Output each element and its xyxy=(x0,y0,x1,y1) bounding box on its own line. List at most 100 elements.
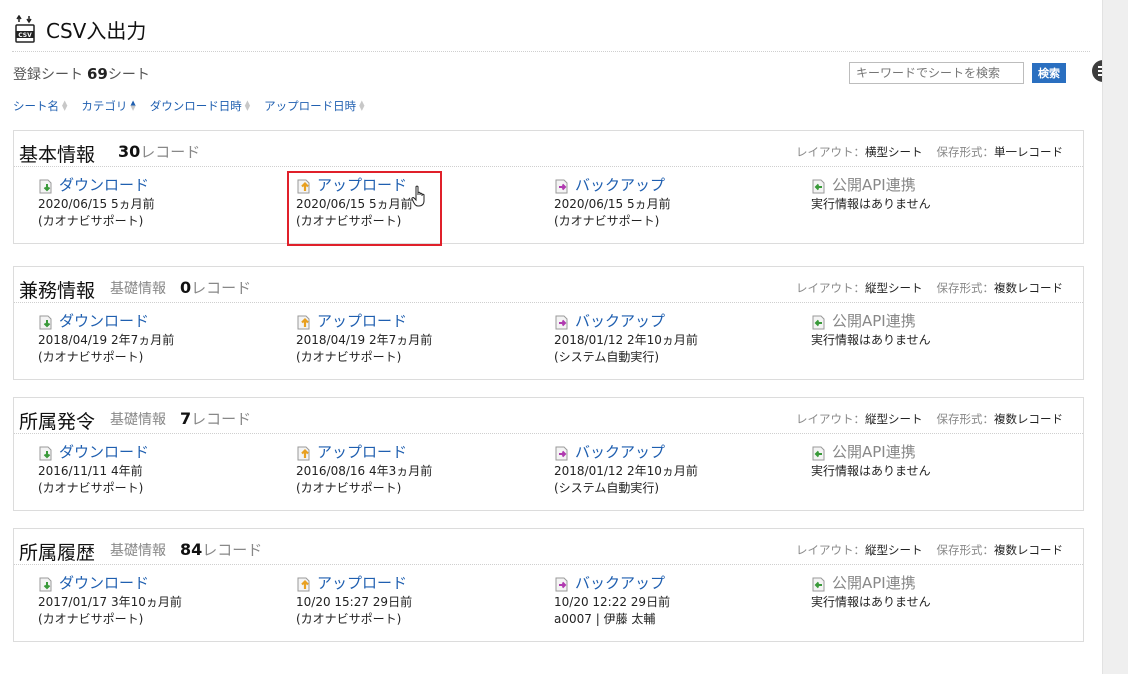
backup-link[interactable]: バックアップ xyxy=(554,177,671,194)
search-input[interactable] xyxy=(849,62,1024,84)
sort-category[interactable]: カテゴリ ▲ ▼ xyxy=(81,98,135,114)
download-link[interactable]: ダウンロード xyxy=(38,444,149,461)
upload-user: (カオナビサポート) xyxy=(296,350,402,364)
backup-icon xyxy=(555,576,568,592)
download-label: ダウンロード xyxy=(59,574,150,592)
sheet-card: 所属履歴 基礎情報 84 レコード レイアウト：縦型シート 保存形式：複数レコード… xyxy=(13,528,1084,642)
format-label: 保存形式： xyxy=(936,281,995,295)
sort-label: ダウンロード日時 xyxy=(149,99,242,113)
backup-date: 10/20 12:22 29日前 xyxy=(554,595,671,609)
sort-arrows-icon: ▲ ▼ xyxy=(244,99,251,112)
download-date: 2016/11/11 4年前 xyxy=(38,464,143,478)
download-user: (カオナビサポート) xyxy=(38,214,144,228)
download-user: (カオナビサポート) xyxy=(38,612,144,626)
sheet-card-header: 所属履歴 基礎情報 84 レコード レイアウト：縦型シート 保存形式：複数レコード xyxy=(14,529,1083,565)
csv-file-icon: CSV xyxy=(15,15,35,43)
upload-link[interactable]: アップロード xyxy=(296,444,432,461)
sheet-name[interactable]: 兼務情報 xyxy=(19,276,95,303)
header-divider xyxy=(12,51,1090,52)
api-action: 公開API連携 実行情報はありません xyxy=(811,575,931,611)
download-label: ダウンロード xyxy=(59,312,150,330)
api-label: 公開API連携 xyxy=(832,574,916,592)
sheet-name[interactable]: 基本情報 xyxy=(19,140,95,167)
sheet-layout-info: レイアウト：縦型シート 保存形式：複数レコード xyxy=(796,280,1063,296)
api-icon xyxy=(812,445,825,461)
sort-arrows-icon: ▲ ▼ xyxy=(62,99,68,112)
backup-user: (システム自動実行) xyxy=(554,481,660,495)
upload-user: (カオナビサポート) xyxy=(296,481,402,495)
sheet-layout-info: レイアウト：縦型シート 保存形式：複数レコード xyxy=(796,411,1063,427)
sheet-card-header: 基本情報 30 レコード レイアウト：横型シート 保存形式：単一レコード xyxy=(14,131,1083,167)
backup-label: バックアップ xyxy=(575,574,666,592)
sheet-card: 基本情報 30 レコード レイアウト：横型シート 保存形式：単一レコード ダウンロ… xyxy=(13,130,1084,244)
page-header: CSV CSV入出力 xyxy=(14,10,146,48)
sort-sheet-name[interactable]: シート名 ▲ ▼ xyxy=(13,98,67,114)
sheet-count-summary: 登録シート 69 シート xyxy=(13,64,150,84)
backup-user: (システム自動実行) xyxy=(554,350,660,364)
download-icon xyxy=(39,314,52,330)
sheet-search: 検索 xyxy=(849,62,1066,84)
sort-bar: シート名 ▲ ▼ カテゴリ ▲ ▼ ダウンロード日時 ▲ ▼ アップロード日時 ▲ ▼ xyxy=(13,98,379,114)
backup-link[interactable]: バックアップ xyxy=(554,575,670,592)
sheet-name[interactable]: 所属履歴 xyxy=(19,538,95,565)
download-date: 2018/04/19 2年7ヵ月前 xyxy=(38,333,175,347)
api-link[interactable]: 公開API連携 xyxy=(811,444,931,461)
backup-action: バックアップ 2018/01/12 2年10ヵ月前 (システム自動実行) xyxy=(554,313,698,366)
sheet-card-header: 兼務情報 基礎情報 0 レコード レイアウト：縦型シート 保存形式：複数レコード xyxy=(14,267,1083,303)
api-icon xyxy=(812,314,825,330)
layout-label: レイアウト： xyxy=(796,281,865,295)
backup-label: バックアップ xyxy=(575,443,666,461)
api-link[interactable]: 公開API連携 xyxy=(811,575,931,592)
record-unit: レコード xyxy=(140,143,201,161)
backup-date: 2018/01/12 2年10ヵ月前 xyxy=(554,333,698,347)
sort-download-date[interactable]: ダウンロード日時 ▲ ▼ xyxy=(150,98,250,114)
record-unit: レコード xyxy=(191,279,252,297)
api-link[interactable]: 公開API連携 xyxy=(811,177,931,194)
sheet-record-info: 基礎情報 0 レコード xyxy=(110,277,251,298)
layout-label: レイアウト： xyxy=(796,412,865,426)
sheet-layout-info: レイアウト：縦型シート 保存形式：複数レコード xyxy=(796,542,1063,558)
sheet-card: 所属発令 基礎情報 7 レコード レイアウト：縦型シート 保存形式：複数レコード … xyxy=(13,397,1084,511)
sheet-name[interactable]: 所属発令 xyxy=(19,407,95,434)
api-icon xyxy=(812,178,825,194)
record-count: 84 xyxy=(180,540,203,559)
upload-link[interactable]: アップロード xyxy=(296,313,432,330)
api-status: 実行情報はありません xyxy=(811,595,931,609)
upload-label: アップロード xyxy=(317,312,408,330)
record-unit: レコード xyxy=(202,541,263,559)
format-value: 複数レコード xyxy=(994,543,1063,557)
api-action: 公開API連携 実行情報はありません xyxy=(811,313,931,349)
search-button[interactable]: 検索 xyxy=(1032,63,1066,83)
backup-action: バックアップ 2018/01/12 2年10ヵ月前 (システム自動実行) xyxy=(554,444,698,497)
download-date: 2020/06/15 5ヵ月前 xyxy=(38,197,155,211)
download-link[interactable]: ダウンロード xyxy=(38,575,182,592)
backup-user: (カオナビサポート) xyxy=(554,214,660,228)
upload-link[interactable]: アップロード xyxy=(296,575,412,592)
format-label: 保存形式： xyxy=(936,543,995,557)
download-user: (カオナビサポート) xyxy=(38,481,144,495)
download-icon xyxy=(39,178,52,194)
sort-label: シート名 xyxy=(13,99,59,113)
api-link[interactable]: 公開API連携 xyxy=(811,313,931,330)
upload-action: アップロード 2016/08/16 4年3ヵ月前 (カオナビサポート) xyxy=(296,444,432,497)
backup-link[interactable]: バックアップ xyxy=(554,444,698,461)
download-link[interactable]: ダウンロード xyxy=(38,313,174,330)
backup-icon xyxy=(555,178,568,194)
scrollbar[interactable] xyxy=(1102,0,1128,674)
backup-link[interactable]: バックアップ xyxy=(554,313,698,330)
upload-action: アップロード 10/20 15:27 29日前 (カオナビサポート) xyxy=(296,575,412,628)
api-action: 公開API連携 実行情報はありません xyxy=(811,444,931,480)
layout-value: 縦型シート xyxy=(865,281,923,295)
download-date: 2017/01/17 3年10ヵ月前 xyxy=(38,595,182,609)
download-user: (カオナビサポート) xyxy=(38,350,144,364)
backup-icon xyxy=(555,445,568,461)
api-status: 実行情報はありません xyxy=(811,464,931,478)
api-label: 公開API連携 xyxy=(832,312,916,330)
backup-action: バックアップ 10/20 12:22 29日前 a0007 | 伊藤 太輔 xyxy=(554,575,670,628)
upload-icon xyxy=(296,314,311,330)
download-link[interactable]: ダウンロード xyxy=(38,177,155,194)
sort-upload-date[interactable]: アップロード日時 ▲ ▼ xyxy=(264,98,364,114)
download-icon xyxy=(39,576,52,592)
backup-icon xyxy=(555,314,568,330)
layout-value: 縦型シート xyxy=(865,543,923,557)
